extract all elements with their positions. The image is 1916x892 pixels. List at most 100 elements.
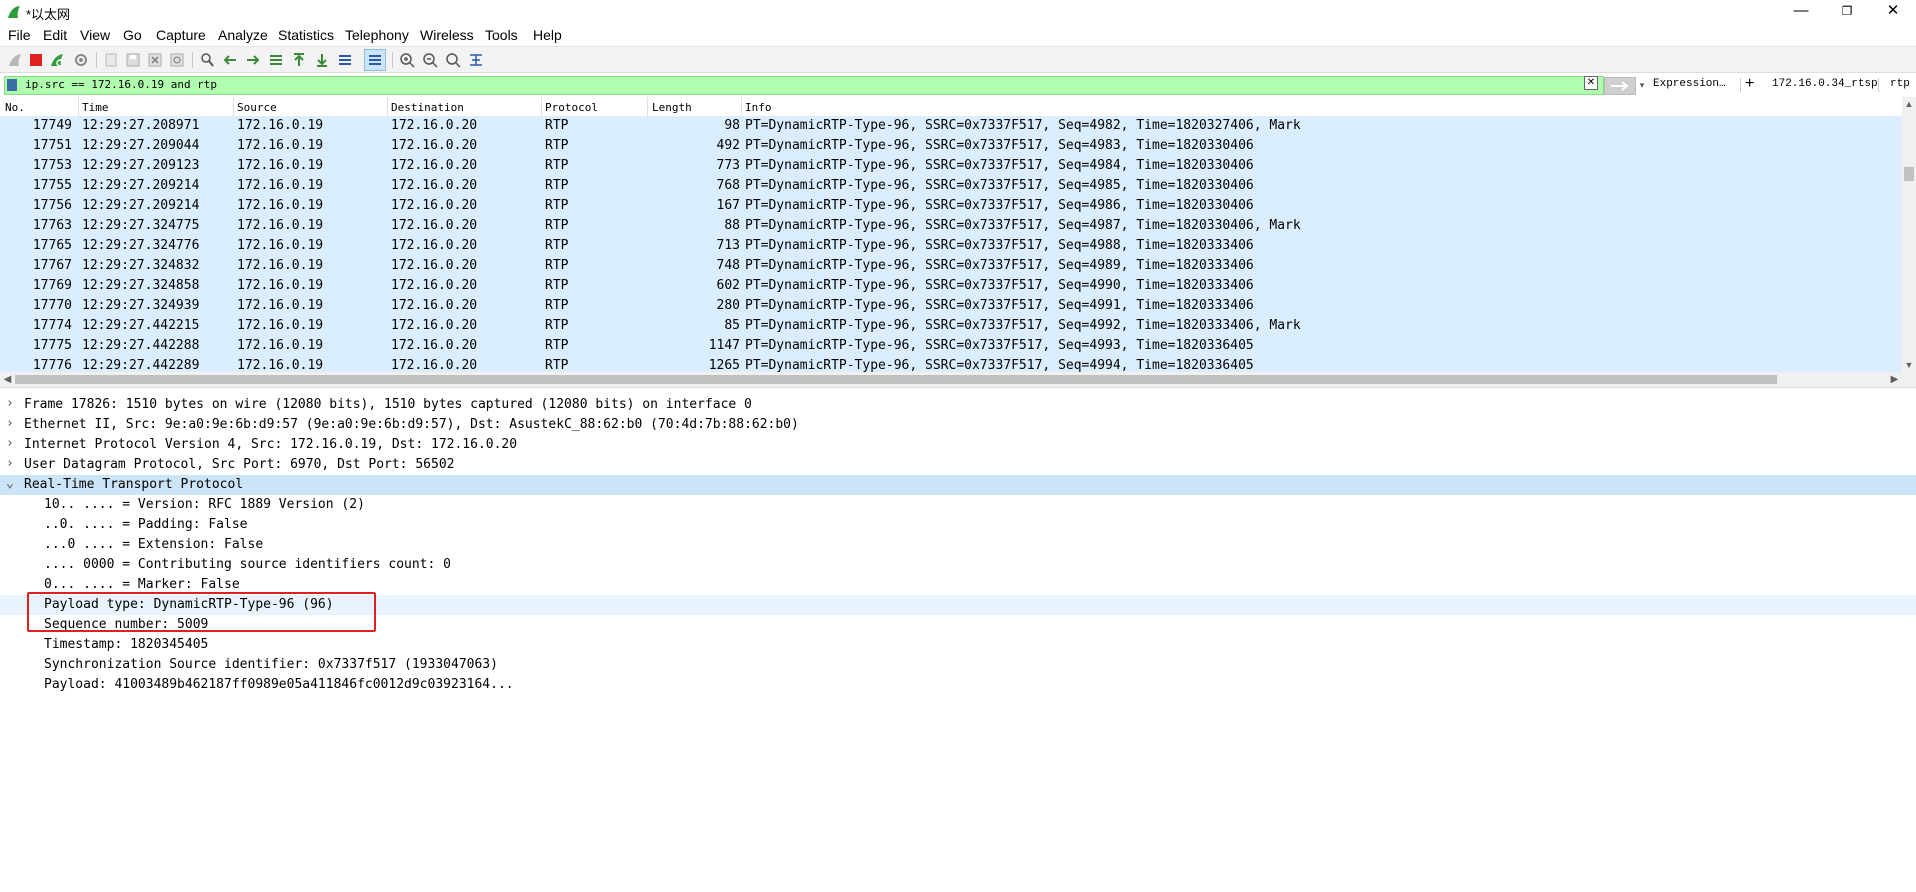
detail-tree-row[interactable]: › Ethernet II, Src: 9e:a0:9e:6b:d9:57 (9e…	[0, 415, 1916, 435]
menu-wireless[interactable]: Wireless	[420, 27, 474, 43]
colorize-icon[interactable]	[364, 49, 386, 71]
detail-tree-row[interactable]: › User Datagram Protocol, Src Port: 6970,…	[0, 455, 1916, 475]
find-packet-icon[interactable]	[198, 51, 216, 69]
menu-tools[interactable]: Tools	[485, 27, 518, 43]
first-packet-icon[interactable]	[290, 51, 308, 69]
scroll-down-icon[interactable]: ▼	[1902, 358, 1916, 372]
cell-protocol: RTP	[545, 318, 569, 333]
chevron-right-icon[interactable]: ›	[6, 396, 18, 411]
capture-options-icon[interactable]	[72, 51, 90, 69]
table-row[interactable]: 17756 12:29:27.209214 172.16.0.19 172.16.0.…	[0, 196, 1902, 216]
scrollbar-thumb[interactable]	[15, 375, 1777, 384]
menu-edit[interactable]: Edit	[43, 27, 67, 43]
cell-time: 12:29:27.209123	[82, 158, 200, 173]
open-file-icon[interactable]	[102, 51, 120, 69]
packet-list-horizontal-scrollbar[interactable]: ◀ ▶	[0, 372, 1916, 387]
reload-file-icon[interactable]	[168, 51, 186, 69]
bookmark-icon[interactable]	[7, 79, 17, 91]
menu-statistics[interactable]: Statistics	[278, 27, 334, 43]
zoom-out-icon[interactable]	[421, 51, 439, 69]
display-filter-input[interactable]: ip.src == 172.16.0.19 and rtp	[4, 76, 1604, 95]
last-packet-icon[interactable]	[313, 51, 331, 69]
detail-tree-row[interactable]: › Frame 17826: 1510 bytes on wire (12080 …	[0, 395, 1916, 415]
packet-list-vertical-scrollbar[interactable]: ▲ ▼	[1902, 97, 1916, 372]
table-row[interactable]: 17755 12:29:27.209214 172.16.0.19 172.16.0.…	[0, 176, 1902, 196]
add-filter-button-icon[interactable]: +	[1745, 75, 1754, 93]
detail-field-row[interactable]: ...0 .... = Extension: False	[0, 535, 1916, 555]
filter-history-dropdown[interactable]: ▾	[1636, 77, 1648, 93]
column-header-time[interactable]: Time	[82, 101, 109, 114]
cell-destination: 172.16.0.20	[391, 218, 478, 233]
column-header-source[interactable]: Source	[237, 101, 277, 114]
window-title: *以太网	[26, 7, 71, 22]
table-row[interactable]: 17769 12:29:27.324858 172.16.0.19 172.16.0.…	[0, 276, 1902, 296]
detail-field-row[interactable]: Timestamp: 1820345405	[0, 635, 1916, 655]
menu-telephony[interactable]: Telephony	[345, 27, 409, 43]
table-row[interactable]: 17749 12:29:27.208971 172.16.0.19 172.16.0.…	[0, 116, 1902, 136]
chevron-right-icon[interactable]: ›	[6, 436, 18, 451]
zoom-normal-icon[interactable]	[444, 51, 462, 69]
cell-time: 12:29:27.324776	[82, 238, 200, 253]
table-row[interactable]: 17763 12:29:27.324775 172.16.0.19 172.16.0.…	[0, 216, 1902, 236]
expression-button[interactable]: Expression…	[1653, 78, 1726, 90]
table-row[interactable]: 17776 12:29:27.442289 172.16.0.19 172.16.0.…	[0, 356, 1902, 372]
column-header-protocol[interactable]: Protocol	[545, 101, 598, 114]
cell-info: PT=DynamicRTP-Type-96, SSRC=0x7337F517, …	[745, 158, 1254, 173]
detail-field-row[interactable]: .... 0000 = Contributing source identifi…	[0, 555, 1916, 575]
cell-info: PT=DynamicRTP-Type-96, SSRC=0x7337F517, …	[745, 298, 1254, 313]
zoom-in-icon[interactable]	[398, 51, 416, 69]
cell-source: 172.16.0.19	[237, 138, 324, 153]
autoscroll-icon[interactable]	[336, 51, 354, 69]
table-row[interactable]: 17753 12:29:27.209123 172.16.0.19 172.16.0.…	[0, 156, 1902, 176]
minimize-button[interactable]: —	[1778, 0, 1824, 24]
go-to-packet-icon[interactable]	[267, 51, 285, 69]
menu-file[interactable]: File	[8, 27, 31, 43]
table-row[interactable]: 17770 12:29:27.324939 172.16.0.19 172.16.0.…	[0, 296, 1902, 316]
chevron-right-icon[interactable]: ›	[6, 416, 18, 431]
menu-help[interactable]: Help	[533, 27, 562, 43]
table-row[interactable]: 17775 12:29:27.442288 172.16.0.19 172.16.0.…	[0, 336, 1902, 356]
scroll-right-icon[interactable]: ▶	[1887, 372, 1902, 387]
close-button[interactable]: ✕	[1870, 0, 1916, 24]
shark-fin-start-icon[interactable]	[6, 51, 24, 69]
chevron-right-icon[interactable]: ›	[6, 456, 18, 471]
resize-columns-icon[interactable]	[467, 51, 485, 69]
column-header-destination[interactable]: Destination	[391, 101, 464, 114]
column-header-length[interactable]: Length	[652, 101, 692, 114]
detail-field-row[interactable]: ..0. .... = Padding: False	[0, 515, 1916, 535]
menu-view[interactable]: View	[80, 27, 110, 43]
chevron-down-icon[interactable]: ⌄	[6, 476, 18, 491]
detail-field-row[interactable]: Synchronization Source identifier: 0x733…	[0, 655, 1916, 675]
cell-protocol: RTP	[545, 158, 569, 173]
filter-button-rtsp[interactable]: 172.16.0.34_rtsp	[1772, 78, 1878, 90]
cell-time: 12:29:27.209214	[82, 198, 200, 213]
detail-field-row[interactable]: 10.. .... = Version: RFC 1889 Version (2…	[0, 495, 1916, 515]
filter-button-rtp[interactable]: rtp	[1890, 78, 1910, 90]
scroll-left-icon[interactable]: ◀	[0, 372, 15, 387]
close-file-icon[interactable]	[146, 51, 164, 69]
menu-capture[interactable]: Capture	[156, 27, 206, 43]
table-row[interactable]: 17774 12:29:27.442215 172.16.0.19 172.16.0.…	[0, 316, 1902, 336]
table-row[interactable]: 17767 12:29:27.324832 172.16.0.19 172.16.0.…	[0, 256, 1902, 276]
go-forward-icon[interactable]	[244, 51, 262, 69]
apply-filter-button[interactable]	[1604, 77, 1636, 95]
clear-filter-icon[interactable]: ✕	[1584, 76, 1598, 90]
table-row[interactable]: 17765 12:29:27.324776 172.16.0.19 172.16.0.…	[0, 236, 1902, 256]
cell-destination: 172.16.0.20	[391, 358, 478, 372]
column-header-info[interactable]: Info	[745, 101, 772, 114]
restart-capture-icon[interactable]	[48, 51, 66, 69]
menu-analyze[interactable]: Analyze	[218, 27, 268, 43]
go-back-icon[interactable]	[221, 51, 239, 69]
stop-capture-icon[interactable]	[27, 51, 45, 69]
restore-button[interactable]: ❐	[1824, 0, 1870, 24]
detail-tree-row[interactable]: ⌄ Real-Time Transport Protocol	[0, 475, 1916, 495]
detail-tree-row[interactable]: › Internet Protocol Version 4, Src: 172.1…	[0, 435, 1916, 455]
detail-field-row[interactable]: Payload: 41003489b462187ff0989e05a411846…	[0, 675, 1916, 695]
scroll-up-icon[interactable]: ▲	[1902, 97, 1916, 111]
save-file-icon[interactable]	[124, 51, 142, 69]
menu-go[interactable]: Go	[123, 27, 142, 43]
table-row[interactable]: 17751 12:29:27.209044 172.16.0.19 172.16.0.…	[0, 136, 1902, 156]
scrollbar-thumb[interactable]	[1904, 167, 1914, 181]
display-filter-bar: ip.src == 172.16.0.19 and rtp ✕ ▾ Expres…	[0, 72, 1916, 98]
column-header-no[interactable]: No.	[5, 101, 25, 114]
